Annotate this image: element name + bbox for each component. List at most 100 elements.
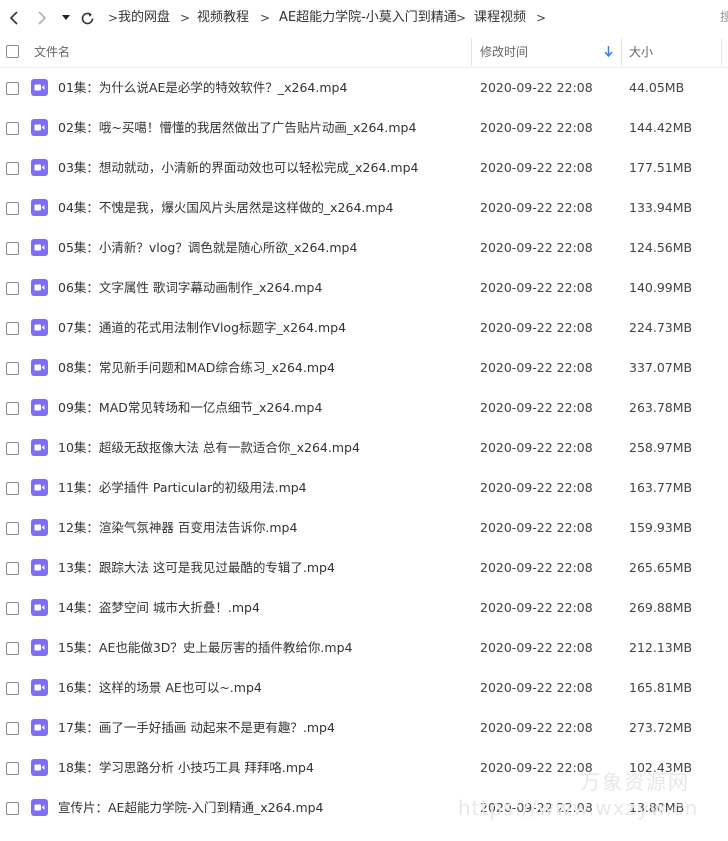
file-modified-time: 2020-09-22 22:08 <box>480 360 593 375</box>
breadcrumb-item-my-drive[interactable]: 我的网盘 <box>118 9 170 27</box>
file-name[interactable]: 05集：小清新？vlog？调色就是随心所欲_x264.mp4 <box>58 239 357 257</box>
file-name[interactable]: 16集：这样的场景 AE也可以~.mp4 <box>58 679 262 697</box>
file-size: 224.73MB <box>629 320 693 335</box>
file-row[interactable]: 07集：通道的花式用法制作Vlog标题字_x264.mp4 2020-09-22 … <box>0 308 728 348</box>
file-row[interactable]: 04集：不愧是我，爆火国风片头居然是这样做的_x264.mp4 2020-09-2… <box>0 188 728 228</box>
file-row[interactable]: 01集：为什么说AE是必学的特效软件？_x264.mp4 2020-09-22 2… <box>0 68 728 108</box>
row-checkbox[interactable] <box>6 682 19 695</box>
file-name[interactable]: 15集：AE也能做3D？史上最厉害的插件教给你.mp4 <box>58 639 352 657</box>
video-file-icon <box>31 319 48 336</box>
file-row[interactable]: 14集：盗梦空间 城市大折叠！.mp4 2020-09-22 22:08 269.8… <box>0 588 728 628</box>
back-button[interactable] <box>6 8 22 28</box>
file-name[interactable]: 04集：不愧是我，爆火国风片头居然是这样做的_x264.mp4 <box>58 199 393 217</box>
row-checkbox[interactable] <box>6 82 19 95</box>
file-name[interactable]: 13集：跟踪大法 这可是我见过最酷的专辑了.mp4 <box>58 559 335 577</box>
row-checkbox[interactable] <box>6 122 19 135</box>
forward-button[interactable] <box>34 8 50 28</box>
video-file-icon <box>31 279 48 296</box>
row-checkbox[interactable] <box>6 762 19 775</box>
row-checkbox[interactable] <box>6 442 19 455</box>
file-name[interactable]: 17集：画了一手好插画 动起来不是更有趣？.mp4 <box>58 719 335 737</box>
row-checkbox[interactable] <box>6 722 19 735</box>
file-size: 269.88MB <box>629 600 693 615</box>
file-name[interactable]: 11集：必学插件 Particular的初级用法.mp4 <box>58 479 307 497</box>
row-checkbox[interactable] <box>6 362 19 375</box>
file-row[interactable]: 02集：哦~买噶！懵懂的我居然做出了广告贴片动画_x264.mp4 2020-09… <box>0 108 728 148</box>
row-checkbox[interactable] <box>6 522 19 535</box>
file-name[interactable]: 06集：文字属性 歌词字幕动画制作_x264.mp4 <box>58 279 322 297</box>
row-checkbox[interactable] <box>6 602 19 615</box>
column-divider[interactable] <box>471 38 472 66</box>
file-row[interactable]: 16集：这样的场景 AE也可以~.mp4 2020-09-22 22:08 165.… <box>0 668 728 708</box>
row-checkbox[interactable] <box>6 402 19 415</box>
file-row[interactable]: 10集：超级无敌抠像大法 总有一款适合你_x264.mp4 2020-09-22 … <box>0 428 728 468</box>
file-name[interactable]: 02集：哦~买噶！懵懂的我居然做出了广告贴片动画_x264.mp4 <box>58 119 416 137</box>
video-file-icon <box>31 719 48 736</box>
refresh-button[interactable] <box>78 8 96 28</box>
file-name[interactable]: 01集：为什么说AE是必学的特效软件？_x264.mp4 <box>58 79 347 97</box>
row-checkbox[interactable] <box>6 802 19 815</box>
file-name[interactable]: 14集：盗梦空间 城市大折叠！.mp4 <box>58 599 260 617</box>
search-box[interactable]: 搜 <box>720 8 728 25</box>
file-modified-time: 2020-09-22 22:08 <box>480 640 593 655</box>
file-modified-time: 2020-09-22 22:08 <box>480 280 593 295</box>
row-checkbox[interactable] <box>6 242 19 255</box>
video-file-icon <box>31 359 48 376</box>
column-divider[interactable] <box>721 38 722 66</box>
column-header-size[interactable]: 大小 <box>629 36 653 68</box>
file-size: 163.77MB <box>629 480 693 495</box>
breadcrumb-item-video-tutorials[interactable]: 视频教程 <box>197 9 249 27</box>
row-checkbox[interactable] <box>6 562 19 575</box>
file-row[interactable]: 05集：小清新？vlog？调色就是随心所欲_x264.mp4 2020-09-22… <box>0 228 728 268</box>
breadcrumb-item-course-videos[interactable]: 课程视频 <box>474 9 526 27</box>
video-file-icon <box>31 479 48 496</box>
file-name[interactable]: 08集：常见新手问题和MAD综合练习_x264.mp4 <box>58 359 335 377</box>
file-row[interactable]: 11集：必学插件 Particular的初级用法.mp4 2020-09-22 2… <box>0 468 728 508</box>
file-name[interactable]: 宣传片：AE超能力学院-入门到精通_x264.mp4 <box>58 799 324 817</box>
breadcrumb-separator: > <box>108 11 119 25</box>
file-name[interactable]: 03集：想动就动，小清新的界面动效也可以轻松完成_x264.mp4 <box>58 159 418 177</box>
file-modified-time: 2020-09-22 22:08 <box>480 600 593 615</box>
file-name[interactable]: 10集：超级无敌抠像大法 总有一款适合你_x264.mp4 <box>58 439 360 457</box>
file-row[interactable]: 09集：MAD常见转场和一亿点细节_x264.mp4 2020-09-22 22:… <box>0 388 728 428</box>
file-modified-time: 2020-09-22 22:08 <box>480 480 593 495</box>
column-header-name[interactable]: 文件名 <box>34 36 70 68</box>
column-header-modified[interactable]: 修改时间 <box>480 36 528 68</box>
file-size: 124.56MB <box>629 240 693 255</box>
file-modified-time: 2020-09-22 22:08 <box>480 720 593 735</box>
breadcrumb-item-course-folder[interactable]: AE超能力学院-小莫入门到精通 <box>279 9 457 27</box>
file-row[interactable]: 15集：AE也能做3D？史上最厉害的插件教给你.mp4 2020-09-22 22… <box>0 628 728 668</box>
video-file-icon <box>31 559 48 576</box>
watermark-url: https://www.wxzyw.cn <box>458 796 699 820</box>
row-checkbox[interactable] <box>6 482 19 495</box>
file-modified-time: 2020-09-22 22:08 <box>480 240 593 255</box>
navigation-bar: > 我的网盘 > 视频教程 > AE超能力学院-小莫入门到精通 > 课程视频 >… <box>0 0 728 36</box>
history-dropdown-button[interactable] <box>60 8 72 28</box>
file-row[interactable]: 03集：想动就动，小清新的界面动效也可以轻松完成_x264.mp4 2020-09… <box>0 148 728 188</box>
video-file-icon <box>31 639 48 656</box>
file-row[interactable]: 06集：文字属性 歌词字幕动画制作_x264.mp4 2020-09-22 22:… <box>0 268 728 308</box>
column-divider[interactable] <box>621 38 622 66</box>
file-row[interactable]: 12集：渲染气氛神器 百变用法告诉你.mp4 2020-09-22 22:08 15… <box>0 508 728 548</box>
file-name[interactable]: 09集：MAD常见转场和一亿点细节_x264.mp4 <box>58 399 322 417</box>
file-row[interactable]: 08集：常见新手问题和MAD综合练习_x264.mp4 2020-09-22 22… <box>0 348 728 388</box>
file-size: 212.13MB <box>629 640 693 655</box>
file-list: 01集：为什么说AE是必学的特效软件？_x264.mp4 2020-09-22 2… <box>0 68 728 828</box>
sort-descending-icon[interactable] <box>604 37 613 69</box>
file-size: 263.78MB <box>629 400 693 415</box>
file-modified-time: 2020-09-22 22:08 <box>480 400 593 415</box>
row-checkbox[interactable] <box>6 202 19 215</box>
file-name[interactable]: 12集：渲染气氛神器 百变用法告诉你.mp4 <box>58 519 297 537</box>
file-size: 133.94MB <box>629 200 693 215</box>
row-checkbox[interactable] <box>6 162 19 175</box>
breadcrumb-separator: > <box>180 11 191 25</box>
video-file-icon <box>31 679 48 696</box>
file-name[interactable]: 18集：学习思路分析 小技巧工具 拜拜咯.mp4 <box>58 759 314 777</box>
file-row[interactable]: 13集：跟踪大法 这可是我见过最酷的专辑了.mp4 2020-09-22 22:0… <box>0 548 728 588</box>
select-all-checkbox[interactable] <box>6 45 19 58</box>
row-checkbox[interactable] <box>6 642 19 655</box>
file-name[interactable]: 07集：通道的花式用法制作Vlog标题字_x264.mp4 <box>58 319 346 337</box>
row-checkbox[interactable] <box>6 282 19 295</box>
file-row[interactable]: 17集：画了一手好插画 动起来不是更有趣？.mp4 2020-09-22 22:0… <box>0 708 728 748</box>
row-checkbox[interactable] <box>6 322 19 335</box>
